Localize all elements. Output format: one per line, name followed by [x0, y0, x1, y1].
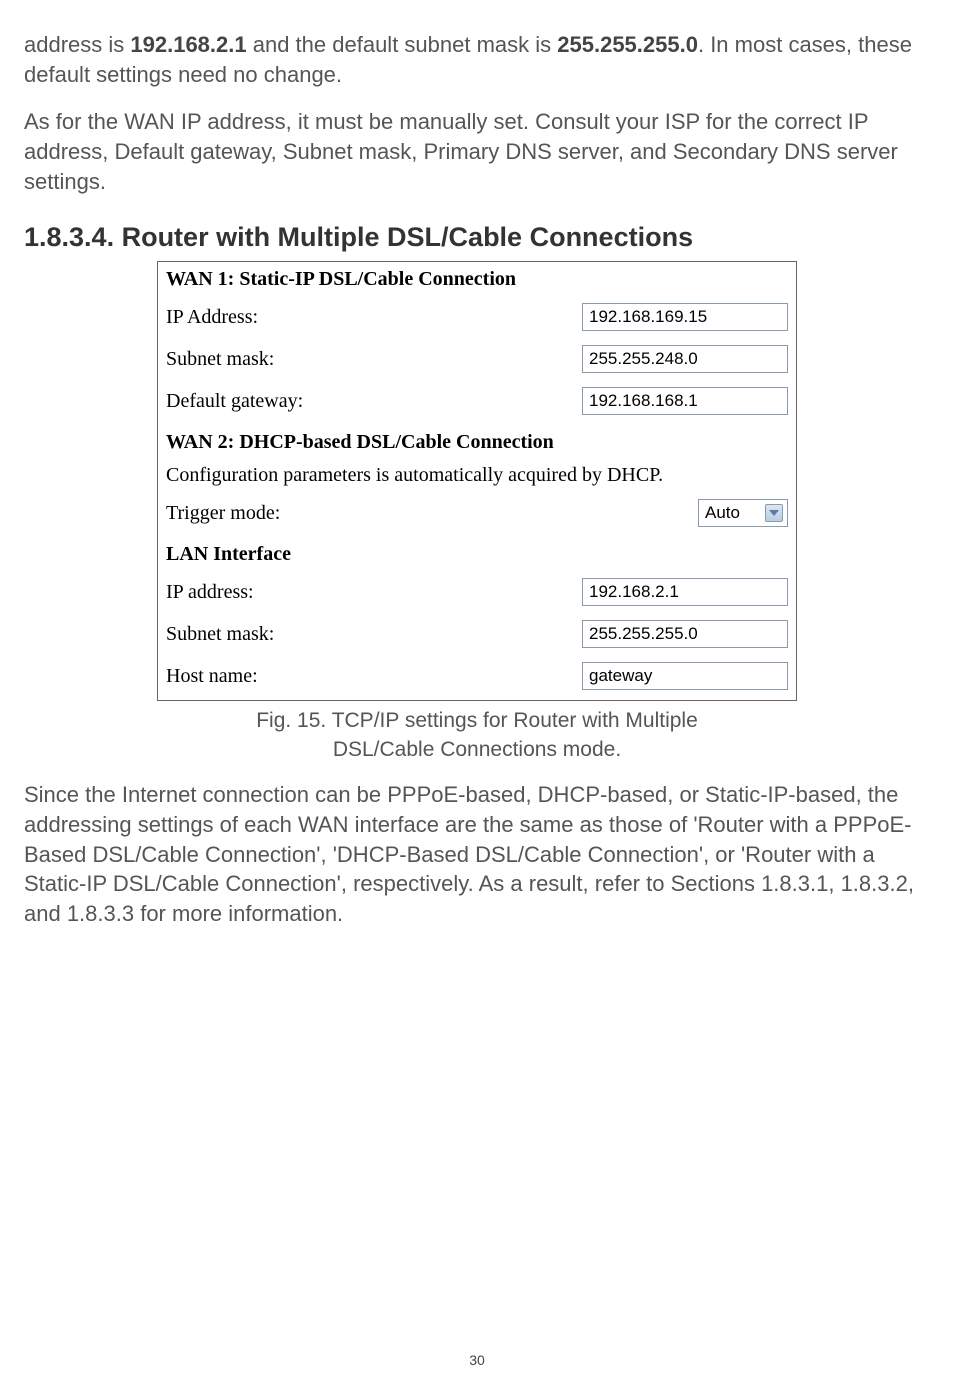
wan1-subnet-row: Subnet mask: 255.255.248.0 [158, 341, 796, 383]
lan-subnet-row: Subnet mask: 255.255.255.0 [158, 616, 796, 658]
wan2-trigger-select[interactable]: Auto [698, 499, 788, 527]
wan1-ip-input[interactable]: 192.168.169.15 [582, 303, 788, 331]
paragraph-followup: Since the Internet connection can be PPP… [24, 780, 930, 928]
lan-host-input[interactable]: gateway [582, 662, 788, 690]
wan1-gateway-row: Default gateway: 192.168.168.1 [158, 383, 796, 425]
text-fragment: and the default subnet mask is [247, 32, 558, 57]
wan1-gateway-input[interactable]: 192.168.168.1 [582, 387, 788, 415]
page-number: 30 [0, 1352, 954, 1368]
text-fragment: address is [24, 32, 130, 57]
lan-host-row: Host name: gateway [158, 658, 796, 700]
lan-ip-input[interactable]: 192.168.2.1 [582, 578, 788, 606]
lan-subnet-input[interactable]: 255.255.255.0 [582, 620, 788, 648]
caption-line-1: Fig. 15. TCP/IP settings for Router with… [256, 709, 698, 732]
subnet-mask-bold: 255.255.255.0 [557, 32, 698, 57]
wan1-header: WAN 1: Static-IP DSL/Cable Connection [158, 262, 796, 299]
wan1-subnet-label: Subnet mask: [166, 348, 582, 371]
caption-line-2: DSL/Cable Connections mode. [333, 738, 621, 761]
wan2-trigger-row: Trigger mode: Auto [158, 495, 796, 537]
ip-address-bold: 192.168.2.1 [130, 32, 246, 57]
wan2-note: Configuration parameters is automaticall… [158, 462, 796, 495]
wan1-gateway-label: Default gateway: [166, 390, 582, 413]
wan2-trigger-value: Auto [705, 503, 740, 523]
wan1-subnet-input[interactable]: 255.255.248.0 [582, 345, 788, 373]
lan-host-label: Host name: [166, 665, 582, 688]
section-heading: 1.8.3.4. Router with Multiple DSL/Cable … [24, 222, 930, 253]
lan-header: LAN Interface [158, 537, 796, 574]
figure-caption: Fig. 15. TCP/IP settings for Router with… [24, 707, 930, 764]
paragraph-intro-2: As for the WAN IP address, it must be ma… [24, 107, 930, 196]
lan-ip-label: IP address: [166, 581, 582, 604]
lan-subnet-label: Subnet mask: [166, 623, 582, 646]
wan2-trigger-label: Trigger mode: [166, 502, 698, 525]
wan2-header: WAN 2: DHCP-based DSL/Cable Connection [158, 425, 796, 462]
paragraph-intro-1: address is 192.168.2.1 and the default s… [24, 30, 930, 89]
wan1-ip-label: IP Address: [166, 306, 582, 329]
chevron-down-icon [765, 504, 783, 522]
wan1-ip-row: IP Address: 192.168.169.15 [158, 299, 796, 341]
lan-ip-row: IP address: 192.168.2.1 [158, 574, 796, 616]
settings-table: WAN 1: Static-IP DSL/Cable Connection IP… [157, 261, 797, 701]
